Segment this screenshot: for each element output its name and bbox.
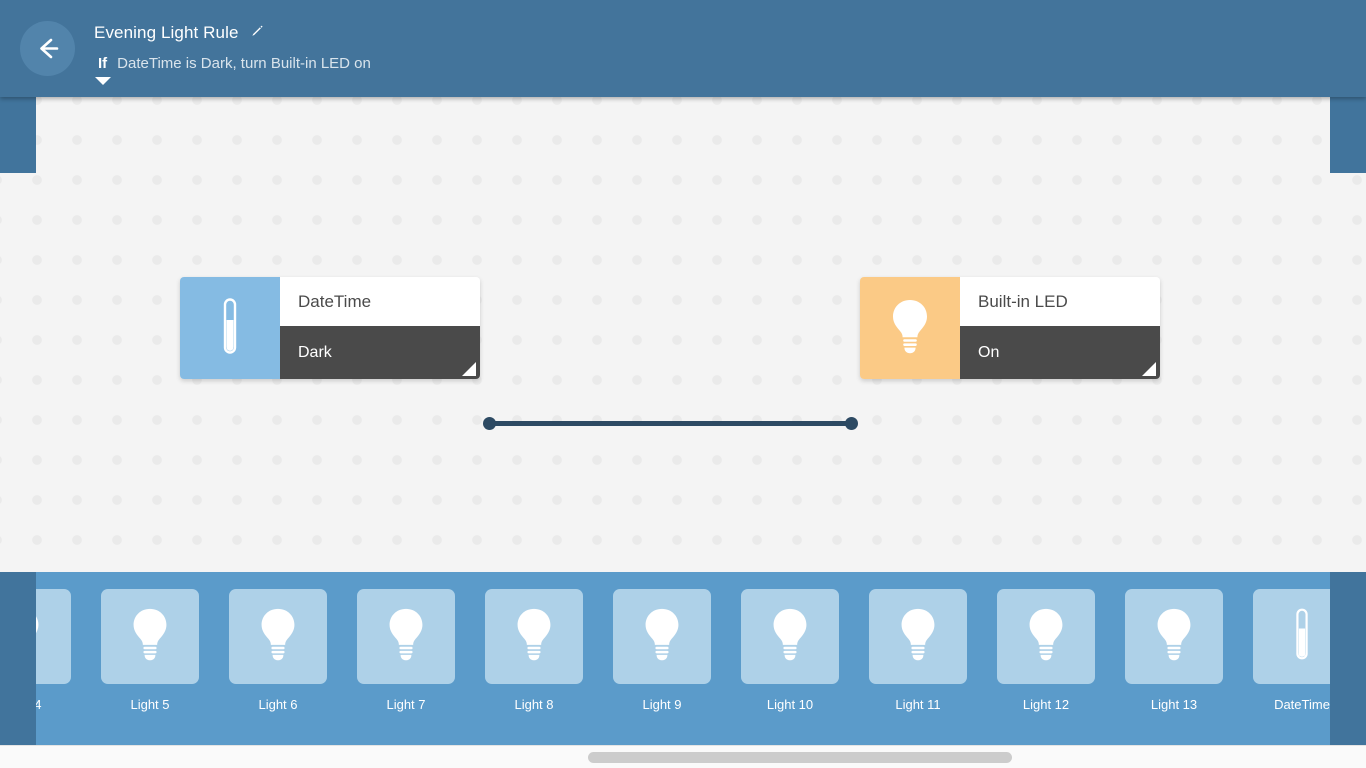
palette-item-tile[interactable] bbox=[997, 589, 1095, 684]
palette-scroll-track[interactable]: Light 4 Light 5 Light 6 Light 7 Light 8 Light… bbox=[36, 572, 1330, 745]
palette-item[interactable]: Light 6 bbox=[214, 589, 342, 712]
condition-type-dropdown[interactable]: If bbox=[96, 53, 109, 75]
lightbulb-icon bbox=[640, 605, 684, 668]
palette-item[interactable]: Light 5 bbox=[86, 589, 214, 712]
palette-item[interactable]: Light 13 bbox=[1110, 589, 1238, 712]
lightbulb-icon bbox=[384, 605, 428, 668]
palette-item-tile[interactable] bbox=[101, 589, 199, 684]
lightbulb-icon bbox=[36, 605, 44, 668]
palette-item-label: Light 7 bbox=[386, 697, 425, 712]
lightbulb-icon bbox=[768, 605, 812, 668]
palette-item[interactable]: Light 8 bbox=[470, 589, 598, 712]
node-body: Built-in LED On bbox=[960, 277, 1160, 379]
horizontal-scrollbar-thumb[interactable] bbox=[588, 752, 1012, 763]
node-state-label: Dark bbox=[298, 344, 332, 362]
palette-items-strip: Light 4 Light 5 Light 6 Light 7 Light 8 Light… bbox=[36, 572, 1330, 745]
node-connection-wire[interactable] bbox=[488, 421, 850, 426]
resize-grip-icon[interactable] bbox=[462, 362, 476, 376]
lightbulb-icon bbox=[256, 605, 300, 668]
palette-item-label: Light 10 bbox=[767, 697, 813, 712]
node-icon-panel bbox=[180, 277, 280, 379]
back-button[interactable] bbox=[20, 21, 75, 76]
palette-item-tile[interactable] bbox=[741, 589, 839, 684]
page-title: Evening Light Rule bbox=[94, 23, 239, 43]
palette-right-gutter bbox=[1330, 572, 1366, 768]
palette-item-label: DateTime bbox=[1274, 697, 1330, 712]
palette-item-label: Light 8 bbox=[514, 697, 553, 712]
node-icon-panel bbox=[860, 277, 960, 379]
palette-item-label: Light 12 bbox=[1023, 697, 1069, 712]
palette-item-tile[interactable] bbox=[613, 589, 711, 684]
palette-item-tile[interactable] bbox=[1125, 589, 1223, 684]
lightbulb-icon bbox=[1152, 605, 1196, 668]
palette-item-label: Light 5 bbox=[130, 697, 169, 712]
palette-item-tile[interactable] bbox=[36, 589, 71, 684]
palette-item[interactable]: Light 11 bbox=[854, 589, 982, 712]
palette-item-tile[interactable] bbox=[1253, 589, 1330, 684]
palette-item[interactable]: Light 4 bbox=[36, 589, 86, 712]
lightbulb-icon bbox=[896, 605, 940, 668]
app-header: Evening Light Rule If DateTime is Dark, … bbox=[0, 0, 1366, 97]
palette-item-label: Light 4 bbox=[36, 697, 42, 712]
rule-summary-text: DateTime is Dark, turn Built-in LED on bbox=[117, 53, 371, 75]
node-card-datetime[interactable]: DateTime Dark bbox=[180, 277, 480, 379]
resize-grip-icon[interactable] bbox=[1142, 362, 1156, 376]
palette-item[interactable]: Light 7 bbox=[342, 589, 470, 712]
node-card-builtin-led[interactable]: Built-in LED On bbox=[860, 277, 1160, 379]
thermometer-icon bbox=[1291, 606, 1313, 667]
pencil-icon[interactable] bbox=[249, 24, 264, 44]
horizontal-scrollbar-track[interactable] bbox=[0, 745, 1366, 768]
lightbulb-icon bbox=[1024, 605, 1068, 668]
palette-item-tile[interactable] bbox=[357, 589, 455, 684]
palette-item-label: Light 11 bbox=[895, 697, 940, 712]
palette-item[interactable]: Light 10 bbox=[726, 589, 854, 712]
rule-summary-row: If DateTime is Dark, turn Built-in LED o… bbox=[96, 53, 371, 75]
node-title: DateTime bbox=[280, 277, 480, 326]
thermometer-icon bbox=[218, 297, 242, 360]
lightbulb-icon bbox=[512, 605, 556, 668]
rule-canvas[interactable]: DateTime Dark Bui bbox=[0, 97, 1366, 572]
rule-editor-screen: Evening Light Rule If DateTime is Dark, … bbox=[0, 0, 1366, 768]
lightbulb-icon bbox=[888, 296, 932, 361]
device-palette: Light 4 Light 5 Light 6 Light 7 Light 8 Light… bbox=[0, 572, 1366, 745]
node-state-selector[interactable]: Dark bbox=[280, 326, 480, 379]
palette-item[interactable]: Light 9 bbox=[598, 589, 726, 712]
palette-item-tile[interactable] bbox=[485, 589, 583, 684]
connection-endpoint-source[interactable] bbox=[483, 417, 496, 430]
lightbulb-icon bbox=[128, 605, 172, 668]
node-state-label: On bbox=[978, 344, 999, 362]
node-state-selector[interactable]: On bbox=[960, 326, 1160, 379]
palette-item-tile[interactable] bbox=[869, 589, 967, 684]
palette-item[interactable]: DateTime bbox=[1238, 589, 1330, 712]
node-title: Built-in LED bbox=[960, 277, 1160, 326]
palette-item-label: Light 6 bbox=[258, 697, 297, 712]
palette-item-label: Light 13 bbox=[1151, 697, 1197, 712]
palette-left-gutter bbox=[0, 572, 36, 768]
palette-item-label: Light 9 bbox=[642, 697, 681, 712]
rule-title-row: Evening Light Rule bbox=[94, 22, 264, 44]
palette-item-tile[interactable] bbox=[229, 589, 327, 684]
node-body: DateTime Dark bbox=[280, 277, 480, 379]
connection-endpoint-target[interactable] bbox=[845, 417, 858, 430]
palette-item[interactable]: Light 12 bbox=[982, 589, 1110, 712]
